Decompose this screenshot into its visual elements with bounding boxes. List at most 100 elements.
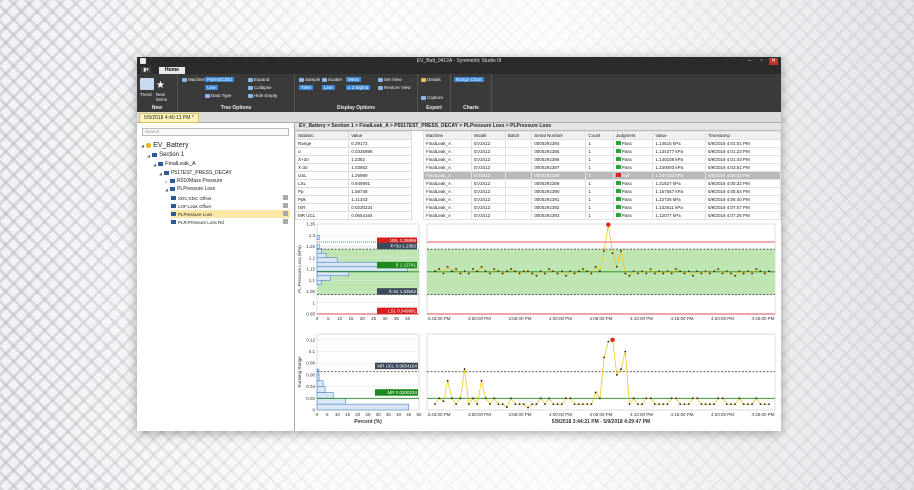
table-row[interactable]: Ppk 1.21343 <box>294 195 412 204</box>
tree-node-test[interactable]: ◢ P517EST_PRESS_DECAY <box>159 169 232 177</box>
table-row[interactable]: FinalLeak_A EV3412 0000292389 1 Pass 1.21827 … <box>422 179 781 188</box>
trend-button[interactable]: Trend <box>140 92 152 97</box>
data-point <box>598 397 601 400</box>
hide-empty-icon <box>248 93 253 98</box>
data-point <box>763 403 766 406</box>
pass-icon <box>615 165 621 170</box>
restore-view-button[interactable]: Restore View <box>378 85 411 90</box>
data-type-toggle[interactable]: Data Type <box>205 93 231 98</box>
table-cell: EV3412 <box>471 155 506 164</box>
tree-node-label: LOF:Leak Offset <box>178 203 211 209</box>
scatter-button[interactable]: Scatter <box>322 77 342 82</box>
tick-label: 40 <box>396 412 402 417</box>
table-cell: X̄-3σ <box>294 163 350 172</box>
maximize-button[interactable]: ▫ <box>757 58 766 65</box>
set-view-button[interactable]: Set View <box>378 77 402 82</box>
tree-node-label: R010Mass Pressure <box>177 178 223 184</box>
column-header[interactable]: Count <box>585 131 614 140</box>
table-row[interactable]: FinalLeak_A EV3412 0000292390 1 Pass 1.157557… <box>422 187 781 196</box>
table-cell: FinalLeak_A <box>422 147 473 156</box>
data-point <box>535 403 538 406</box>
checkbox[interactable] <box>283 195 288 200</box>
tree-node-xdc-offset[interactable]: XDC:XDC Offset <box>171 194 290 202</box>
column-header[interactable]: Value <box>348 131 412 140</box>
parent-child-toggle[interactable]: Parent/Child <box>205 77 234 82</box>
data-point <box>704 403 707 406</box>
tab-home[interactable]: Home <box>159 67 185 74</box>
checkbox[interactable] <box>283 211 288 216</box>
table-row[interactable]: FinalLeak_A EV3412 0000292392 1 Pass 1.132611… <box>422 203 781 212</box>
data-point <box>556 403 559 406</box>
close-button[interactable]: ✕ <box>769 58 778 65</box>
tree-node-section-1[interactable]: ◢ Section 1 <box>147 151 184 159</box>
tree-node-pressure-loss-group[interactable]: ◢ PLPressure Loss <box>165 185 215 193</box>
search-input[interactable]: Search <box>142 128 289 136</box>
column-header[interactable]: Serial Number <box>531 131 587 140</box>
histogram-bar <box>316 234 320 241</box>
table-row[interactable]: FinalLeak_A EV3412 0000292387 1 Pass 1.230093… <box>422 163 781 172</box>
tree-node-ev-battery[interactable]: ◢ EV_Battery <box>141 141 189 149</box>
line-toggle[interactable]: Line <box>205 85 218 90</box>
test-icon <box>164 171 170 175</box>
table-row[interactable]: FinalLeak_A EV3412 0000292386 1 Pass 1.140158… <box>422 155 781 164</box>
ribbon-group-display-options: Sample Time Scatter Line Mean ± 3 Sigma … <box>295 74 418 112</box>
tick-label: 3:50:00 PM <box>468 412 491 417</box>
checkbox[interactable] <box>283 203 288 208</box>
table-row[interactable]: σ 0.0335986 <box>294 147 412 156</box>
tick-label: 35 <box>386 412 392 417</box>
data-point <box>556 272 559 275</box>
tick-label: 4:25:00 PM <box>751 412 774 417</box>
hide-empty-button[interactable]: Hide Empty <box>248 93 277 98</box>
data-point <box>446 379 449 382</box>
expand-button[interactable]: Expand <box>248 77 269 82</box>
capture-button[interactable]: Capture <box>421 95 443 100</box>
table-row[interactable]: IXR 0.0230234 <box>294 203 412 212</box>
table-row[interactable]: USL 1.26999 <box>294 171 412 180</box>
table-row[interactable]: FinalLeak_A EV3412 0000292388 1 Fail 1.347153… <box>422 171 781 180</box>
tree-node-pressure-loss-rd[interactable]: PLR:Pressure Loss Rd <box>171 218 290 226</box>
table-row[interactable]: Range 0.29173 <box>294 139 412 148</box>
checkbox[interactable] <box>283 219 288 224</box>
table-row[interactable]: X̄+3σ 1.2382 <box>294 155 412 164</box>
range-chart-toggle[interactable]: Range Chart <box>454 77 484 82</box>
table-row[interactable]: FinalLeak_A EV3412 0000292385 1 Pass 1.134377… <box>422 147 781 156</box>
sigma-button[interactable]: ± 3 Sigma <box>346 85 371 90</box>
data-point <box>548 268 551 270</box>
data-point <box>531 272 534 275</box>
column-header[interactable]: Value <box>652 131 706 140</box>
table-row[interactable]: FinalLeak_A EV3412 0000292384 1 Pass 1.14515 … <box>422 139 781 148</box>
data-point <box>573 403 576 406</box>
column-header[interactable]: Judgment <box>612 131 654 140</box>
line-chart-button[interactable]: Line <box>322 85 335 90</box>
table-row[interactable]: Pp 1.58748 <box>294 187 412 196</box>
tree-node-pressure-loss[interactable]: PLPressure Loss <box>171 210 290 218</box>
column-header[interactable]: Model <box>471 131 506 140</box>
new-items-button[interactable]: New Items <box>156 92 167 102</box>
tick-label: 0.02 <box>306 396 315 401</box>
document-tab[interactable]: 5/9/2018 4:40:13 PM * <box>139 113 199 123</box>
column-header[interactable]: Statistic <box>294 131 350 140</box>
restore-view-label: Restore View <box>384 85 411 90</box>
main-panel: EV_Battery > Section 1 > FinalLeak_A > P… <box>294 123 781 431</box>
column-header[interactable]: Timestamp <box>704 131 781 140</box>
table-row[interactable]: LSL 0.949991 <box>294 179 412 188</box>
column-header[interactable]: Machine <box>422 131 473 140</box>
time-button[interactable]: Time <box>299 85 313 90</box>
tree-node-leak-offset[interactable]: LOF:Leak Offset <box>171 202 290 210</box>
tree-node-mass-pressure[interactable]: ▷ R010Mass Pressure <box>165 177 222 185</box>
data-point <box>560 270 563 273</box>
tick-label: 3:43:00 PM <box>427 412 450 417</box>
mean-button[interactable]: Mean <box>346 77 362 82</box>
machines-toggle[interactable]: Machines <box>182 77 207 82</box>
table-cell <box>504 203 533 212</box>
pass-icon <box>615 157 621 162</box>
details-button[interactable]: Details <box>421 77 441 82</box>
tree-node-finalleak-a[interactable]: ◢ FinalLeak_A <box>153 160 196 168</box>
minimize-button[interactable]: – <box>745 58 754 65</box>
table-row[interactable]: FinalLeak_A EV3412 0000292391 1 Pass 1.22726 … <box>422 195 781 204</box>
collapse-button[interactable]: Collapse <box>248 85 272 90</box>
table-row[interactable]: X̄-3σ 1.03662 <box>294 163 412 172</box>
column-header[interactable]: Batch <box>504 131 533 140</box>
app-menu-tab[interactable]: ▮▾ <box>141 67 151 73</box>
sample-button[interactable]: Sample <box>299 77 320 82</box>
